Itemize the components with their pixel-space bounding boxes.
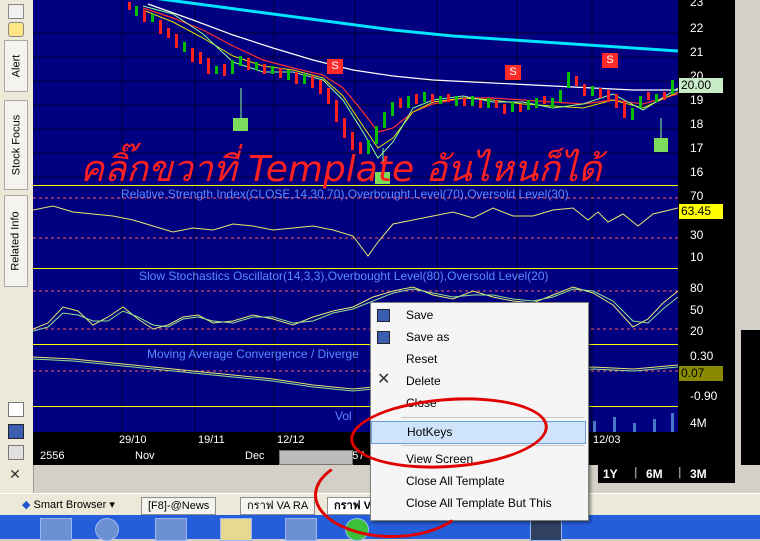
tab-va-ra[interactable]: กราฟ VA RA — [240, 497, 316, 515]
rsi-panel[interactable]: Relative Strength Index(CLOSE,14,30,70),… — [33, 185, 678, 269]
tab-va-ra-label: กราฟ VA RA — [247, 500, 309, 512]
lock-icon[interactable] — [8, 22, 24, 37]
tab-news-label: [F8]-@News — [148, 500, 210, 512]
rsi-tick: 30 — [690, 228, 704, 242]
x-month: Dec — [245, 450, 265, 462]
tab-related-info-label: Related Info — [10, 211, 23, 271]
save-icon[interactable] — [8, 424, 24, 439]
disk-icon — [377, 309, 390, 322]
tab-stock-focus[interactable]: Stock Focus — [4, 100, 28, 190]
right-panel-edge — [735, 0, 760, 465]
current-price-box: 20.00 — [679, 78, 723, 93]
menu-item-reset[interactable]: Reset — [371, 349, 586, 370]
sell-marker[interactable]: S — [327, 59, 343, 74]
app-taskbar-icon[interactable] — [155, 518, 187, 541]
period-divider: | — [634, 465, 638, 479]
y-tick: 23 — [690, 0, 704, 9]
y-tick: 22 — [690, 21, 704, 35]
tab-news[interactable]: [F8]-@News — [141, 497, 217, 515]
x-tick: 12/12 — [277, 434, 305, 446]
disk-plus-icon — [377, 331, 390, 344]
close-icon[interactable]: ✕ — [8, 467, 22, 481]
winrar-icon[interactable] — [40, 518, 72, 541]
new-doc-icon[interactable] — [8, 402, 24, 417]
sell-marker[interactable]: S — [505, 65, 521, 80]
period-3m[interactable]: 3M — [690, 467, 707, 481]
x-tick: 29/10 — [119, 434, 147, 446]
rsi-tick: 70 — [690, 189, 704, 203]
tab-related-info[interactable]: Related Info — [4, 195, 28, 287]
macd-tick: 0.30 — [690, 349, 714, 363]
volume-tick: 4M — [690, 416, 707, 430]
ma-green-line — [142, 5, 678, 159]
rsi-value-box: 63.45 — [679, 204, 723, 219]
sell-marker[interactable]: S — [602, 53, 618, 68]
rsi-canvas — [33, 197, 678, 257]
browser-taskbar-icon[interactable] — [95, 518, 119, 541]
folder-icon[interactable] — [220, 518, 252, 541]
browser-icon: ◆ — [22, 499, 31, 511]
ma-cyan-line — [156, 0, 678, 53]
menu-item-label: Reset — [406, 352, 438, 366]
period-1y[interactable]: 1Y — [603, 467, 618, 481]
y-tick: 16 — [690, 165, 704, 179]
menu-item-label: Save — [406, 308, 434, 322]
y-tick: 17 — [690, 141, 704, 155]
menu-item-delete[interactable]: ✕ Delete — [371, 371, 586, 392]
x-month: 2556 — [40, 450, 65, 462]
smart-browser-label: Smart Browser — [33, 499, 107, 511]
save-taskbar-icon[interactable] — [530, 518, 562, 541]
highlight-ring — [314, 452, 470, 538]
x-icon: ✕ — [377, 371, 391, 388]
menu-item-label: Delete — [406, 374, 441, 388]
side-panel — [741, 330, 760, 465]
period-divider: | — [678, 465, 682, 479]
period-6m[interactable]: 6M — [646, 467, 663, 481]
app-taskbar-icon[interactable] — [285, 518, 317, 541]
chevron-down-icon: ▾ — [109, 499, 115, 511]
stoch-tick: 50 — [690, 303, 704, 317]
y-tick: 18 — [690, 117, 704, 131]
x-month: Nov — [135, 450, 155, 462]
tab-stock-focus-label: Stock Focus — [10, 114, 22, 176]
macd-tick: -0.90 — [690, 389, 718, 403]
rsi-tick: 10 — [690, 250, 704, 264]
menu-item-save-as[interactable]: Save as — [371, 327, 586, 348]
x-tick: 12/03 — [593, 434, 621, 446]
settings-icon[interactable] — [8, 445, 24, 460]
tab-alert[interactable]: Alert — [4, 40, 28, 92]
x-tick: 19/11 — [198, 434, 225, 446]
period-bar: 1Y | 6M | 3M — [598, 465, 735, 483]
y-tick: 21 — [690, 45, 704, 59]
y-axis: 23 22 21 20 20.00 19 18 17 16 70 63.45 3… — [678, 0, 735, 465]
instruction-overlay: คลิ๊กขวาที่ Template อันไหนก็ได้ — [80, 149, 602, 190]
stoch-tick: 80 — [690, 281, 704, 295]
tab-alert-label: Alert — [10, 54, 22, 78]
macd-value-box: 0.07 — [679, 366, 723, 381]
menu-item-save[interactable]: Save — [371, 305, 586, 326]
stoch-tick: 20 — [690, 324, 704, 338]
left-tab-strip: Alert Stock Focus Related Info ✕ — [0, 0, 34, 493]
menu-item-label: Save as — [406, 330, 450, 344]
y-tick: 19 — [690, 93, 704, 107]
pin-icon[interactable] — [8, 4, 24, 19]
smart-browser-button[interactable]: ◆ Smart Browser ▾ — [16, 497, 121, 513]
